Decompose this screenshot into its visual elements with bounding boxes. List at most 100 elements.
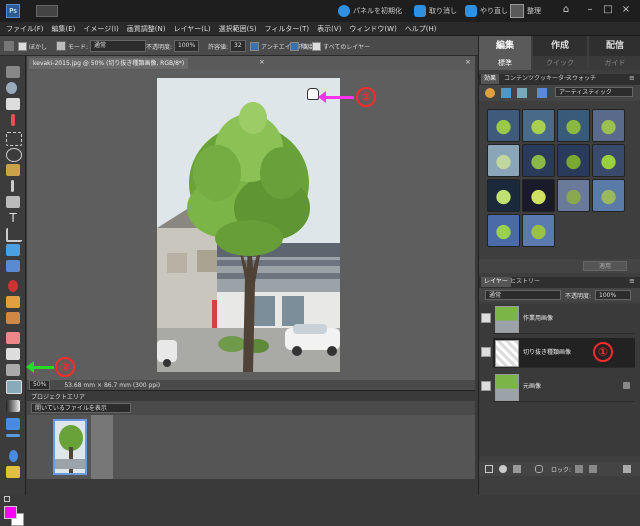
project-filter-select[interactable]: 開いているファイルを表示 [31, 403, 131, 413]
menu-select[interactable]: 選択範囲(S) [219, 22, 257, 36]
mode-select[interactable]: 通常 [90, 40, 147, 52]
apply-button[interactable]: 適用 [583, 261, 627, 271]
brush-tool-icon[interactable] [6, 348, 20, 360]
menu-enhance[interactable]: 画質調整(N) [127, 22, 166, 36]
marquee-tool-icon[interactable] [6, 132, 22, 146]
shape-tool-icon[interactable] [6, 418, 20, 430]
effect-thumb[interactable] [592, 179, 625, 212]
default-colors-icon[interactable] [4, 496, 10, 502]
home-icon[interactable]: ⌂ [560, 4, 572, 16]
tab-create[interactable]: 作成 [533, 36, 587, 56]
undo-button[interactable]: 取り消し [414, 4, 457, 18]
layer-mask-icon[interactable] [513, 465, 521, 473]
panel-close-icon[interactable]: × [465, 58, 471, 66]
sponge-tool-icon[interactable] [6, 466, 20, 478]
effect-thumb[interactable] [487, 144, 520, 177]
project-thumbnail[interactable] [53, 419, 87, 475]
quick-selection-tool-icon[interactable] [6, 196, 20, 208]
tab-edit[interactable]: 編集 [479, 36, 531, 56]
antialias-checkbox[interactable] [250, 41, 259, 51]
straighten-tool-icon[interactable] [6, 260, 20, 272]
menu-file[interactable]: ファイル(F) [6, 22, 44, 36]
layer-opacity-field[interactable]: 100% [595, 290, 631, 300]
contiguous-checkbox[interactable] [290, 41, 299, 51]
redo-button[interactable]: やり直し [465, 4, 508, 18]
effect-thumb[interactable] [557, 109, 590, 142]
move-tool-icon[interactable] [6, 66, 20, 78]
eyedropper-tool-icon[interactable] [11, 114, 15, 126]
all-layers-checkbox[interactable] [312, 41, 321, 51]
all-layers-option[interactable]: すべてのレイヤー [312, 40, 370, 52]
visibility-eye-icon[interactable] [481, 381, 491, 391]
effect-thumb[interactable] [522, 109, 555, 142]
line-tool-icon[interactable] [6, 434, 20, 437]
blur-tool-icon[interactable] [9, 450, 18, 462]
document-tab[interactable]: kevaki-2015.jpg @ 50% (切り抜き種類画像, RGB/8*) [29, 58, 189, 69]
tab-history[interactable]: ヒストリー [507, 277, 543, 287]
lock-transparent-icon[interactable] [575, 465, 583, 473]
layers-menu-icon[interactable]: ≡ [629, 277, 635, 285]
minimize-icon[interactable]: – [584, 4, 596, 16]
effect-thumb[interactable] [522, 144, 555, 177]
tool-preset[interactable] [4, 40, 14, 52]
zoom-field[interactable]: 50% [29, 380, 51, 390]
magic-wand-tool-icon[interactable] [11, 180, 14, 192]
workspace-menu-button[interactable] [36, 5, 58, 17]
tab-quick[interactable]: クイック [533, 56, 587, 70]
effect-thumb[interactable] [487, 109, 520, 142]
all-icon[interactable] [537, 88, 547, 98]
layer-row[interactable]: 元画像 [481, 372, 635, 402]
effect-thumb[interactable] [522, 214, 555, 247]
link-layers-icon[interactable] [535, 465, 543, 473]
zoom-tool-icon[interactable] [6, 82, 17, 94]
effect-thumb[interactable] [592, 109, 625, 142]
maximize-icon[interactable]: □ [602, 4, 614, 16]
effect-thumb[interactable] [522, 179, 555, 212]
effect-thumb[interactable] [487, 179, 520, 212]
delete-layer-icon[interactable] [623, 465, 631, 473]
close-document-icon[interactable]: × [259, 58, 265, 66]
magic-selection-brush-icon[interactable] [6, 164, 20, 176]
document-image[interactable] [157, 78, 340, 372]
tab-swatches[interactable]: スウォッチ [563, 74, 599, 84]
feather-checkbox[interactable] [18, 41, 27, 51]
feather-option[interactable]: ぼかし [18, 40, 47, 52]
tolerance-field[interactable]: 32 [230, 40, 246, 52]
crop-tool-icon[interactable] [6, 228, 22, 242]
lasso-tool-icon[interactable] [6, 148, 22, 162]
opacity-field[interactable]: 100% [174, 40, 200, 52]
cookie-cutter-tool-icon[interactable] [6, 244, 20, 256]
layer-row[interactable]: 作業用画像 [481, 304, 635, 334]
foreground-color-swatch[interactable] [4, 506, 17, 519]
new-layer-icon[interactable] [485, 465, 493, 473]
tab-full[interactable]: 標準 [479, 56, 531, 70]
lock-all-icon[interactable] [589, 465, 597, 473]
tab-share[interactable]: 配信 [589, 36, 640, 56]
effect-thumb[interactable] [557, 179, 590, 212]
visibility-eye-icon[interactable] [481, 347, 491, 357]
gradient-tool-icon[interactable] [6, 400, 20, 412]
organize-button[interactable]: 整理 [510, 4, 541, 18]
visibility-eye-icon[interactable] [481, 313, 491, 323]
spot-healing-tool-icon[interactable] [6, 296, 20, 308]
menu-window[interactable]: ウィンドウ(W) [349, 22, 396, 36]
red-eye-tool-icon[interactable] [8, 280, 18, 292]
effect-thumb[interactable] [557, 144, 590, 177]
photo-effects-icon[interactable] [517, 88, 527, 98]
paint-bucket-tool-icon[interactable] [6, 380, 22, 394]
eraser-tool-icon[interactable] [6, 332, 20, 344]
pattern-picker[interactable] [56, 40, 66, 52]
menu-image[interactable]: イメージ(I) [83, 22, 118, 36]
clone-stamp-tool-icon[interactable] [6, 312, 20, 324]
menu-layer[interactable]: レイヤー(L) [173, 22, 210, 36]
menu-filter[interactable]: フィルター(T) [265, 22, 310, 36]
category-select[interactable]: アーティスティック [555, 87, 633, 97]
tab-guided[interactable]: ガイド [589, 56, 640, 70]
close-icon[interactable]: × [620, 4, 632, 16]
layer-styles-icon[interactable] [501, 88, 511, 98]
layer-row-selected[interactable]: 切り抜き種類画像 ① [481, 338, 635, 368]
type-tool-icon[interactable]: T [6, 212, 20, 224]
hand-tool-icon[interactable] [6, 98, 20, 110]
reset-panels-button[interactable]: パネルを初期化 [338, 4, 402, 18]
contiguous-option[interactable]: 隣接 [290, 40, 313, 52]
